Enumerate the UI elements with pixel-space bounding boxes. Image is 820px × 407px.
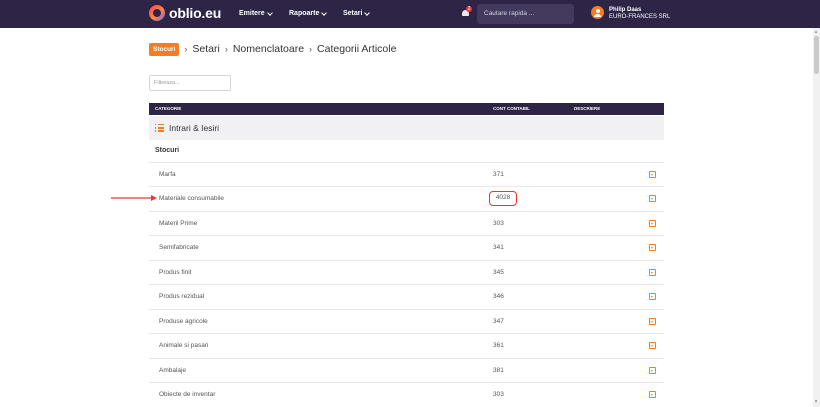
oblio-logo[interactable]: oblio.eu bbox=[149, 5, 221, 21]
top-navbar: oblio.eu Emitere Rapoarte Setari 2 Cauta… bbox=[0, 0, 820, 28]
row-category-name: Obiecte de inventar bbox=[159, 391, 216, 398]
user-name[interactable]: Philip Daas bbox=[609, 7, 641, 14]
row-account: 345 bbox=[493, 269, 504, 276]
notification-badge: 2 bbox=[466, 6, 472, 12]
breadcrumb-separator-icon: › bbox=[184, 44, 188, 54]
row-dropdown-icon[interactable] bbox=[649, 171, 656, 178]
row-account: 381 bbox=[493, 367, 504, 374]
breadcrumb: Stocuri › Setari › Nomenclatoare › Categ… bbox=[149, 42, 396, 56]
nav-menu-label: Rapoarte bbox=[289, 10, 320, 17]
row-category-name: Animale si pasari bbox=[159, 342, 209, 349]
breadcrumb-badge-stocuri[interactable]: Stocuri bbox=[149, 42, 180, 56]
group-label: Intrari & Iesiri bbox=[169, 123, 220, 133]
breadcrumb-item-categorii: Categorii Articole bbox=[317, 43, 397, 55]
row-category-name: Materiale consumabile bbox=[159, 195, 225, 202]
row-account: 346 bbox=[493, 293, 504, 300]
user-company[interactable]: EURO-FRANCES SRL bbox=[609, 14, 670, 21]
row-dropdown-icon[interactable] bbox=[649, 342, 656, 349]
row-dropdown-icon[interactable] bbox=[649, 244, 656, 251]
breadcrumb-item-nomenclatoare[interactable]: Nomenclatoare bbox=[233, 43, 304, 55]
nav-menu-setari[interactable]: Setari bbox=[343, 9, 371, 17]
breadcrumb-separator-icon: › bbox=[224, 44, 228, 54]
row-dropdown-icon[interactable] bbox=[649, 367, 656, 374]
row-category-name: Produs finit bbox=[159, 269, 192, 276]
annotation-arrow-icon bbox=[111, 195, 157, 201]
scroll-down-icon[interactable] bbox=[815, 400, 817, 403]
table-row[interactable]: Materii Prime 303 bbox=[149, 211, 664, 235]
table-row[interactable]: Semifabricate 341 bbox=[149, 235, 664, 259]
table-row[interactable]: Produse agricole 347 bbox=[149, 309, 664, 333]
header-category: CATEGORIE bbox=[155, 106, 182, 111]
table-header: CATEGORIE CONT CONTABIL DESCRIERE bbox=[149, 103, 664, 115]
table-row[interactable]: Obiecte de inventar 303 bbox=[149, 382, 664, 406]
breadcrumb-separator-icon: › bbox=[309, 44, 313, 54]
row-account: 341 bbox=[493, 244, 504, 251]
row-dropdown-icon[interactable] bbox=[649, 293, 656, 300]
group-row-intrari-iesiri: Intrari & Iesiri bbox=[149, 116, 664, 140]
page-scrollbar[interactable] bbox=[813, 28, 820, 407]
nav-menu-emitere[interactable]: Emitere bbox=[239, 9, 273, 17]
row-category-name: Produse agricole bbox=[159, 318, 208, 325]
scroll-thumb[interactable] bbox=[814, 36, 819, 74]
row-dropdown-icon[interactable] bbox=[649, 220, 656, 227]
row-category-name: Materii Prime bbox=[159, 220, 198, 227]
filter-input[interactable]: Filtreaza... bbox=[149, 75, 231, 91]
nav-menu-label: Setari bbox=[343, 10, 363, 17]
nav-menu-rapoarte[interactable]: Rapoarte bbox=[289, 9, 328, 17]
row-account: 303 bbox=[493, 391, 504, 398]
row-dropdown-icon[interactable] bbox=[649, 269, 656, 276]
row-account: 347 bbox=[493, 318, 504, 325]
chevron-down-icon bbox=[266, 9, 273, 16]
row-account: 371 bbox=[493, 171, 504, 178]
chevron-down-icon bbox=[364, 9, 371, 16]
row-dropdown-icon[interactable] bbox=[649, 391, 656, 398]
scroll-up-icon[interactable] bbox=[815, 30, 817, 33]
notification-bell-icon[interactable]: 2 bbox=[461, 6, 472, 18]
header-description: DESCRIERE bbox=[574, 106, 601, 111]
chevron-down-icon bbox=[321, 9, 328, 16]
row-dropdown-icon[interactable] bbox=[649, 318, 656, 325]
row-dropdown-icon[interactable] bbox=[649, 195, 656, 202]
list-icon bbox=[155, 124, 164, 132]
row-category-name: Marfa bbox=[159, 171, 176, 178]
table-row[interactable]: Produs finit 345 bbox=[149, 260, 664, 284]
breadcrumb-item-setari[interactable]: Setari bbox=[192, 43, 219, 55]
row-category-name: Ambalaje bbox=[159, 367, 187, 374]
table-row[interactable]: Marfa 371 bbox=[149, 162, 664, 186]
table-row[interactable]: Ambalaje 381 bbox=[149, 358, 664, 382]
table-row[interactable]: Produs rezidual 346 bbox=[149, 284, 664, 308]
row-account: 303 bbox=[493, 220, 504, 227]
table-row[interactable]: Materiale consumabile 4028 bbox=[149, 186, 664, 210]
subgroup-label: Stocuri bbox=[155, 147, 180, 154]
row-category-name: Produs rezidual bbox=[159, 293, 205, 300]
nav-menu-label: Emitere bbox=[239, 10, 265, 17]
row-account: 361 bbox=[493, 342, 504, 349]
row-category-name: Semifabricate bbox=[159, 244, 199, 251]
logo-text: oblio.eu bbox=[169, 5, 222, 21]
row-account-highlighted: 4028 bbox=[489, 191, 517, 206]
table-row[interactable]: Animale si pasari 361 bbox=[149, 333, 664, 357]
user-avatar-icon[interactable] bbox=[591, 6, 604, 19]
header-account: CONT CONTABIL bbox=[493, 106, 530, 111]
quick-search-input[interactable]: Cautare rapida ... bbox=[477, 4, 574, 24]
logo-mark-icon bbox=[149, 5, 165, 21]
